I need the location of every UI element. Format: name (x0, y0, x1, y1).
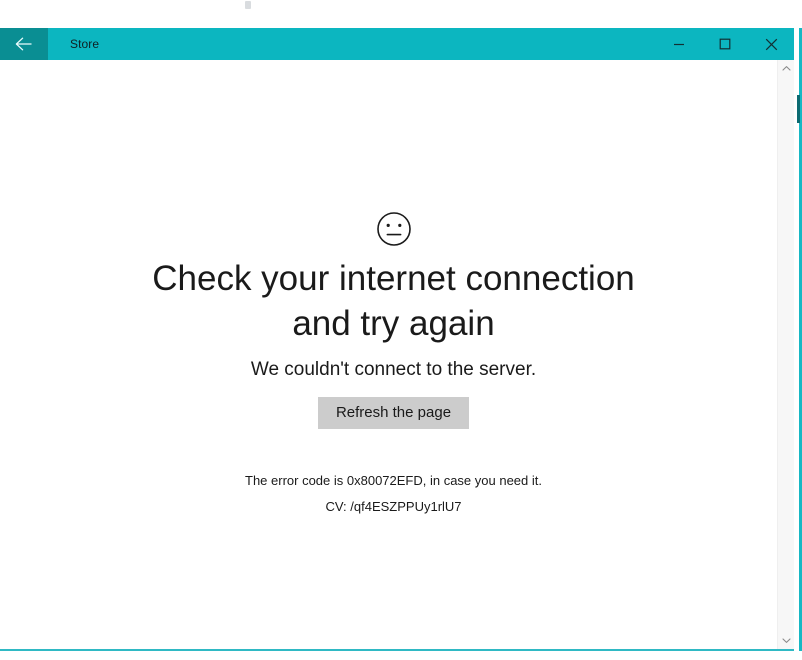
error-subtitle: We couldn't connect to the server. (250, 358, 537, 380)
minimize-icon (673, 38, 685, 50)
back-button[interactable] (0, 28, 48, 60)
neutral-face-icon (375, 210, 413, 248)
store-app-window: Store Check your internet connection and… (0, 28, 794, 651)
app-title: Store (70, 37, 100, 51)
close-button[interactable] (748, 28, 794, 60)
chevron-down-icon (781, 637, 791, 644)
maximize-button[interactable] (702, 28, 748, 60)
desktop-artifact (245, 1, 251, 9)
vertical-scrollbar[interactable] (777, 60, 794, 649)
scroll-up-button[interactable] (778, 60, 795, 77)
error-code-text: The error code is 0x80072EFD, in case yo… (245, 472, 542, 488)
minimize-button[interactable] (656, 28, 702, 60)
chevron-up-icon (781, 65, 791, 72)
page-body: Check your internet connection and try a… (0, 60, 794, 649)
back-arrow-icon (14, 36, 34, 52)
refresh-the-page-button[interactable]: Refresh the page (317, 396, 470, 429)
error-content: Check your internet connection and try a… (0, 60, 787, 649)
desktop-background: Store Check your internet connection and… (0, 0, 802, 660)
close-icon (765, 38, 778, 51)
title-bar: Store (0, 28, 794, 60)
correlation-vector-text: CV: /qf4ESZPPUy1rlU7 (325, 498, 462, 514)
background-window-edge-accent (797, 95, 800, 123)
maximize-icon (719, 38, 731, 50)
scroll-down-button[interactable] (778, 632, 795, 649)
page-title: Check your internet connection and try a… (152, 259, 635, 343)
window-controls (656, 28, 794, 60)
